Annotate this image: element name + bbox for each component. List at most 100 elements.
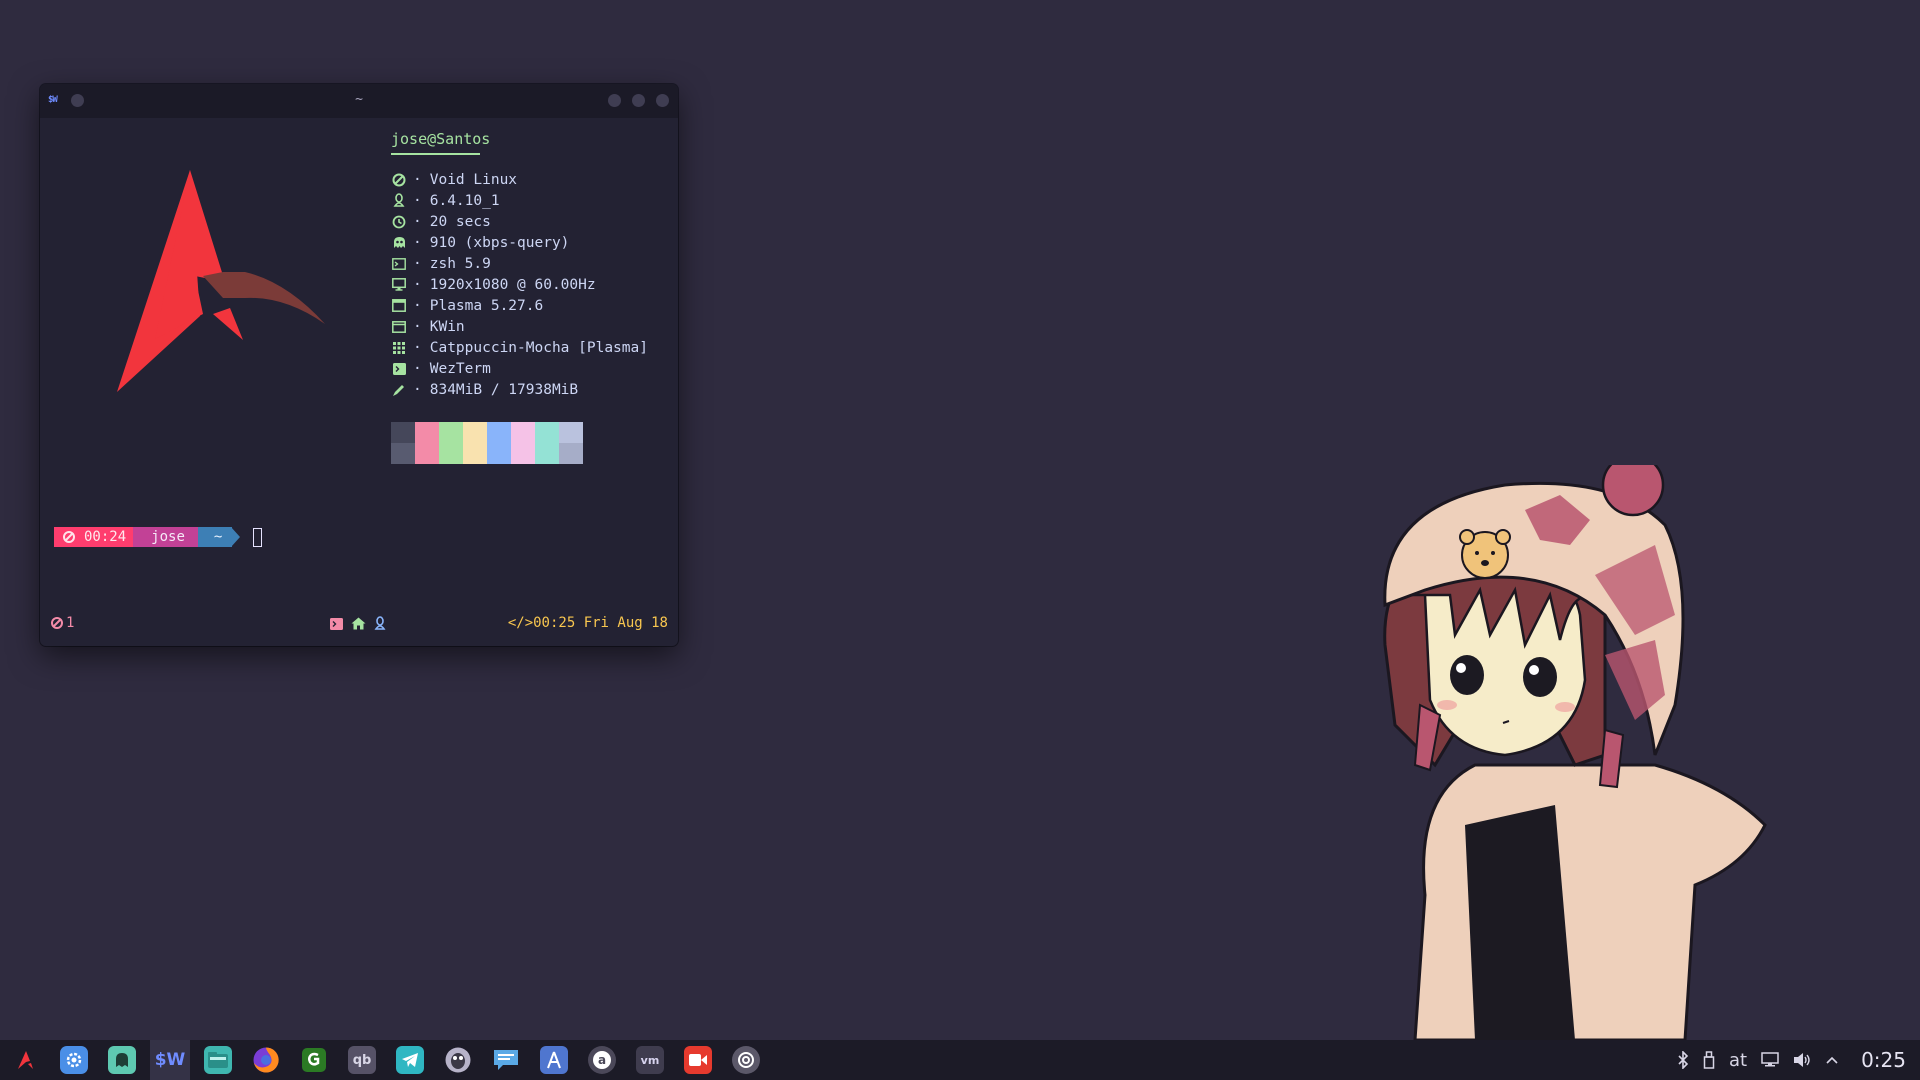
taskbar-gimp[interactable] — [438, 1040, 478, 1080]
application-launcher[interactable] — [6, 1040, 46, 1080]
telegram-icon — [396, 1046, 424, 1074]
volume-icon[interactable] — [1793, 1052, 1811, 1068]
gimp-icon — [444, 1046, 472, 1074]
screenshot-icon — [732, 1046, 760, 1074]
app-launcher-icon — [18, 1051, 33, 1069]
tab-indicator[interactable]: 1 — [50, 615, 74, 631]
network-icon[interactable] — [1761, 1052, 1779, 1068]
taskbar-firefox[interactable] — [246, 1040, 286, 1080]
packages-value: 910 (xbps-query) — [429, 234, 570, 251]
palette-swatch — [487, 422, 511, 464]
wallpaper-anime-girl — [1383, 465, 1767, 1040]
memory-icon — [391, 382, 407, 398]
prompt-dir-segment: ~ — [197, 527, 233, 547]
prompt-time: 00:24 — [84, 529, 127, 545]
void-icon — [63, 531, 75, 543]
system-info-list: · Void Linux · 6.4.10_1 · 20 secs · 910 … — [391, 169, 648, 400]
palette-swatch — [559, 422, 583, 464]
taskbar-screen-recorder[interactable] — [678, 1040, 718, 1080]
palette-swatch — [463, 422, 487, 464]
taskbar-qbittorrent[interactable]: qb — [342, 1040, 382, 1080]
wezterm-icon: $W — [154, 1050, 186, 1070]
bluetooth-icon[interactable] — [1677, 1051, 1689, 1069]
firefox-icon — [252, 1046, 280, 1074]
palette-swatch — [439, 422, 463, 464]
home-icon — [351, 617, 366, 630]
palette-swatch — [511, 422, 535, 464]
taskbar-telegram[interactable] — [390, 1040, 430, 1080]
info-row-wm: · KWin — [391, 316, 648, 337]
prompt-dir: ~ — [213, 529, 223, 545]
distro-logo — [117, 170, 325, 392]
color-palette — [391, 422, 583, 464]
terminal-value: WezTerm — [429, 360, 491, 377]
digital-clock[interactable]: 0:25 — [1861, 1048, 1906, 1072]
shell-prompt[interactable]: 00:24 jose ~ — [54, 527, 263, 547]
window-titlebar[interactable]: $W ~ — [40, 84, 678, 118]
resolution-value: 1920x1080 @ 60.00Hz — [429, 276, 596, 293]
task-manager: $W qb a vm — [6, 1040, 774, 1080]
prompt-time-segment: 00:24 — [54, 527, 135, 547]
taskbar-panel: $W qb a vm at 0:25 — [0, 1040, 1920, 1080]
wm-icon — [391, 319, 407, 335]
palette-swatch — [391, 422, 415, 464]
info-row-packages: · 910 (xbps-query) — [391, 232, 648, 253]
taskbar-file-manager[interactable] — [198, 1040, 238, 1080]
uptime-value: 20 secs — [429, 213, 491, 230]
taskbar-wm-app[interactable]: vm — [630, 1040, 670, 1080]
terminal-icon — [330, 617, 343, 630]
minimize-button[interactable] — [608, 94, 621, 107]
user-host-underline — [391, 153, 480, 155]
info-row-theme: · Catppuccin-Mocha [Plasma] — [391, 337, 648, 358]
shell-value: zsh 5.9 — [429, 255, 491, 272]
window-title: ~ — [355, 92, 363, 107]
tab-icon — [51, 617, 63, 629]
tab-number: 1 — [66, 615, 75, 631]
taskbar-wezterm[interactable]: $W — [150, 1040, 190, 1080]
screen-recorder-icon — [684, 1046, 712, 1074]
audio-app-icon: a — [588, 1046, 616, 1074]
taskbar-audio-app[interactable]: a — [582, 1040, 622, 1080]
text-editor-icon — [540, 1046, 568, 1074]
git-icon — [300, 1046, 328, 1074]
terminal-icon — [391, 361, 407, 377]
prompt-user: jose — [151, 529, 185, 545]
theme-icon — [391, 340, 407, 356]
system-settings-icon — [60, 1046, 88, 1074]
package-icon — [391, 235, 407, 251]
void-icon — [391, 172, 407, 188]
close-button[interactable] — [656, 94, 669, 107]
terminal-window[interactable]: $W ~ jose@Santos · Void Linux · 6.4.10_1… — [40, 84, 678, 646]
os-value: Void Linux — [429, 171, 518, 188]
info-row-shell: · zsh 5.9 — [391, 253, 648, 274]
info-row-uptime: · 20 secs — [391, 211, 648, 232]
linux-icon — [391, 193, 407, 209]
wezterm-status-bar: 1 </>00:25 Fri Aug 18 — [40, 614, 678, 636]
taskbar-screenshot[interactable] — [726, 1040, 766, 1080]
taskbar-system-settings[interactable] — [54, 1040, 94, 1080]
info-row-os: · Void Linux — [391, 169, 648, 190]
kernel-value: 6.4.10_1 — [429, 192, 500, 209]
taskbar-ghost-app[interactable] — [102, 1040, 142, 1080]
tray-expand-icon[interactable] — [1825, 1055, 1839, 1065]
taskbar-chat[interactable] — [486, 1040, 526, 1080]
monitor-icon — [391, 277, 407, 293]
taskbar-text-editor[interactable] — [534, 1040, 574, 1080]
palette-swatch — [415, 422, 439, 464]
shell-icon — [391, 256, 407, 272]
keyboard-layout[interactable]: at — [1729, 1050, 1747, 1071]
wm-app-icon: vm — [636, 1046, 664, 1074]
usb-storage-icon[interactable] — [1703, 1051, 1715, 1069]
wm-value: KWin — [429, 318, 465, 335]
taskbar-git-app[interactable] — [294, 1040, 334, 1080]
prompt-user-segment: jose — [133, 527, 199, 547]
status-icons — [330, 616, 386, 631]
user-host: jose@Santos — [391, 130, 491, 148]
status-datetime: </>00:25 Fri Aug 18 — [507, 615, 668, 631]
memory-value: 834MiB / 17938MiB — [429, 381, 579, 398]
file-manager-icon — [204, 1046, 232, 1074]
info-row-terminal: · WezTerm — [391, 358, 648, 379]
maximize-button[interactable] — [632, 94, 645, 107]
palette-swatch — [535, 422, 559, 464]
linux-icon — [374, 616, 386, 630]
